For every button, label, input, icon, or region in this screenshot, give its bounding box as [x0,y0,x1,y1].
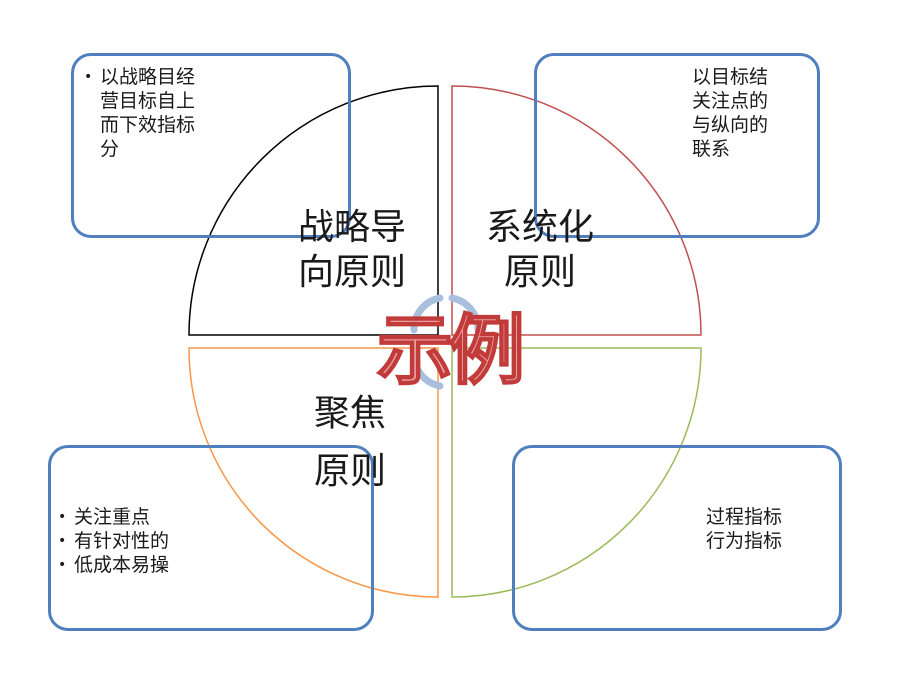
top-right-text: 以目标结 关注点的 与纵向的 联系 [692,65,768,161]
quadrant-label-line: 原则 [313,451,386,492]
text-line: 与纵向的 [692,114,769,136]
quadrant-label-line: 原则 [503,252,576,293]
quadrant-label-focus: 聚焦 原则 [300,385,400,501]
text-line: 联系 [692,138,731,160]
bullet-item: 有针对性的 [58,529,218,553]
bullet-item: 低成本易操 [58,553,218,577]
sample-watermark: 示例 [376,305,526,396]
bullet-item: 关注重点 [58,505,218,529]
quadrant-label-line: 向原则 [297,252,406,293]
top-left-bullet-list: 以战略目经营目标自上而下效指标分 [84,65,204,161]
text-line: 过程指标 [706,506,783,528]
bottom-right-text: 过程指标 行为指标 [706,505,782,553]
bottom-left-bullet-list: 关注重点 有针对性的 低成本易操 [58,505,218,577]
text-line: 行为指标 [706,530,783,552]
quadrant-label-line: 战略导 [297,207,406,248]
quadrant-label-system: 系统化 原则 [478,205,602,295]
text-box-bottom-right [512,445,842,631]
quadrant-label-line: 系统化 [485,207,594,248]
text-line: 关注点的 [692,90,769,112]
bullet-item: 以战略目经营目标自上而下效指标分 [84,65,204,161]
text-line: 以目标结 [692,66,769,88]
quadrant-label-strategy: 战略导 向原则 [287,205,417,295]
